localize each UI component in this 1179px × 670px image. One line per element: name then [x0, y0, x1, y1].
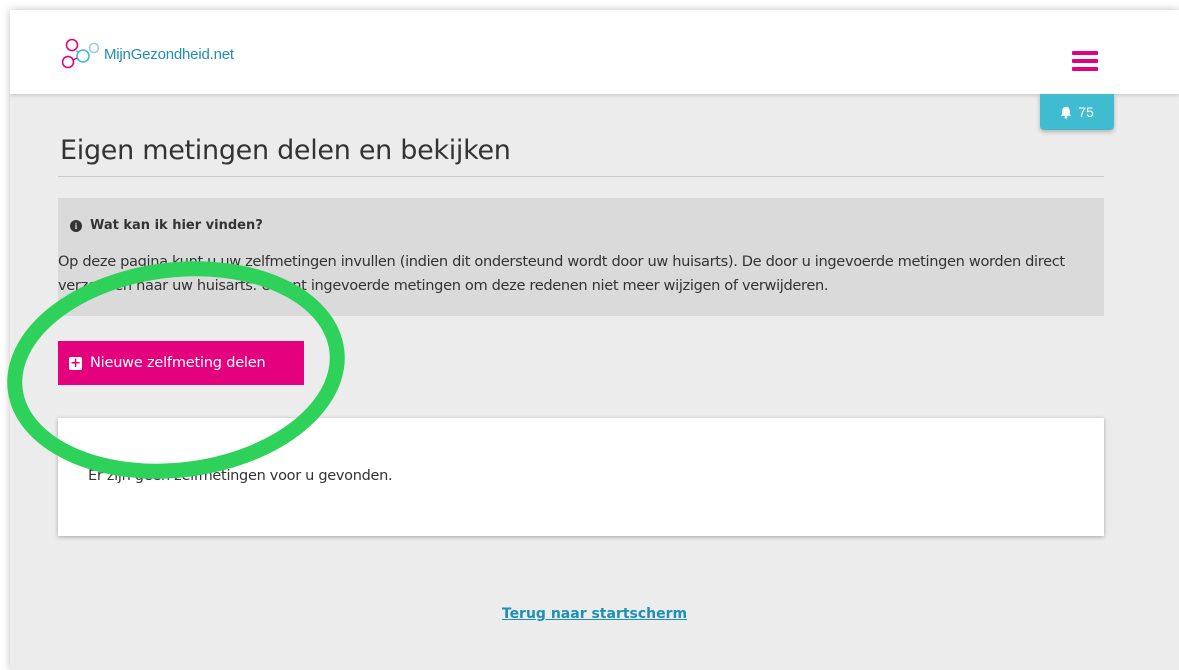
title-divider [58, 176, 1104, 177]
info-heading-text: Wat kan ik hier vinden? [90, 218, 263, 233]
new-measurement-label: Nieuwe zelfmeting delen [90, 355, 266, 371]
logo-text: MijnGezondheid.net [104, 45, 234, 63]
logo-icon [62, 38, 100, 69]
measurements-card: Er zijn geen zelfmetingen voor u gevonde… [58, 418, 1104, 536]
top-navbar: MijnGezondheid.net [10, 10, 1179, 94]
site-logo[interactable]: MijnGezondheid.net [62, 38, 234, 70]
notification-count: 75 [1078, 104, 1094, 120]
bell-icon [1061, 106, 1072, 119]
info-icon: i [70, 219, 82, 232]
info-heading: i Wat kan ik hier vinden? [70, 218, 263, 233]
menu-icon[interactable] [1072, 51, 1098, 71]
info-description: Op deze pagina kunt u uw zelfmetingen in… [58, 253, 1065, 294]
info-panel: i Wat kan ik hier vinden? Op deze pagina… [58, 198, 1104, 316]
app-window: MijnGezondheid.net 75 Eigen metingen del… [10, 10, 1179, 670]
new-measurement-button[interactable]: + Nieuwe zelfmeting delen [58, 341, 304, 385]
plus-icon: + [69, 355, 82, 371]
page-title: Eigen metingen delen en bekijken [60, 135, 511, 166]
empty-state-message: Er zijn geen zelfmetingen voor u gevonde… [88, 468, 393, 484]
back-to-home-link[interactable]: Terug naar startscherm [10, 606, 1179, 622]
notifications-button[interactable]: 75 [1040, 94, 1114, 130]
